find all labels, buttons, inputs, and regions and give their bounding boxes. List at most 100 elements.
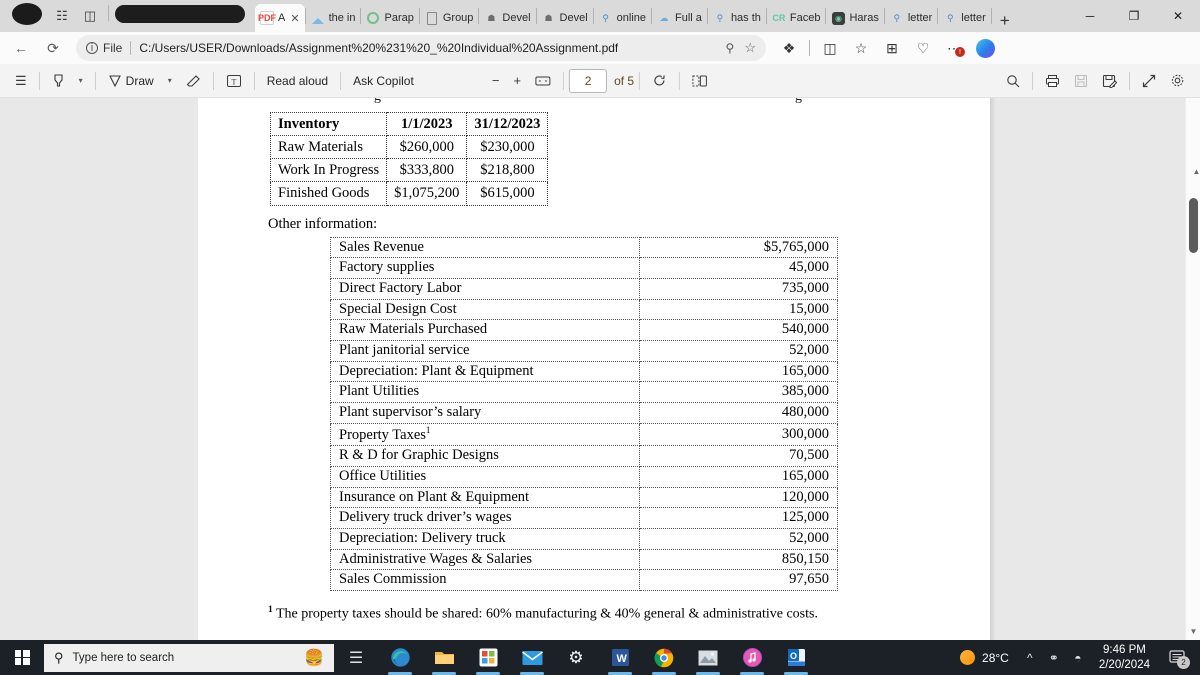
tab-has-th[interactable]: ⚲ has th bbox=[708, 4, 766, 32]
tab-devel-2[interactable]: ☗ Devel bbox=[537, 4, 593, 32]
copilot-icon[interactable] bbox=[970, 34, 1000, 62]
photos-icon[interactable] bbox=[686, 640, 730, 675]
extensions-icon[interactable]: ❖ bbox=[774, 34, 804, 62]
pdf-page-content: g g Inventory 1/1/2023 31/12/2023 Raw Ma… bbox=[198, 98, 990, 623]
close-icon[interactable]: ✕ bbox=[290, 12, 299, 25]
new-tab-button[interactable]: + bbox=[992, 12, 1018, 32]
tab-active-pdf[interactable]: PDF A ✕ bbox=[255, 4, 305, 32]
split-pane-icon[interactable]: ◫ bbox=[76, 0, 104, 32]
text-box-icon: T bbox=[226, 74, 241, 87]
clock[interactable]: 9:46 PM 2/20/2024 bbox=[1091, 643, 1158, 672]
zoom-icon[interactable]: ⚲ bbox=[726, 41, 735, 55]
weather-widget[interactable]: 28°C bbox=[952, 650, 1017, 665]
tab-haras[interactable]: ◉ Haras bbox=[826, 4, 883, 32]
scrollbar-thumb[interactable]: ▲ bbox=[1189, 167, 1200, 253]
page-number-input[interactable]: 2 bbox=[569, 68, 608, 93]
search-button[interactable] bbox=[999, 68, 1027, 94]
zoom-out-button[interactable]: − bbox=[485, 68, 507, 94]
tab-full-a[interactable]: ☁ Full a bbox=[652, 4, 707, 32]
split-screen-icon[interactable]: ◫ bbox=[815, 34, 845, 62]
maximize-button[interactable]: ❐ bbox=[1112, 0, 1156, 32]
star-icon[interactable]: ☆ bbox=[744, 40, 756, 56]
settings-icon[interactable]: ⚙ bbox=[554, 640, 598, 675]
table-of-contents-button[interactable]: ☰ bbox=[8, 68, 34, 94]
tab-parap[interactable]: Parap bbox=[361, 4, 418, 32]
pdf-toolbar-right bbox=[999, 68, 1192, 94]
save-as-button[interactable] bbox=[1095, 68, 1124, 94]
save-button[interactable] bbox=[1067, 68, 1095, 94]
oi-value: 165,000 bbox=[639, 360, 838, 383]
ask-copilot-button[interactable]: Ask Copilot bbox=[346, 68, 421, 94]
info-icon: i bbox=[86, 42, 98, 54]
chrome-icon[interactable] bbox=[642, 640, 686, 675]
table-row: Administrative Wages & Salaries 850,150 bbox=[329, 548, 838, 571]
rotate-button[interactable] bbox=[645, 68, 674, 94]
tab-letter-2[interactable]: ⚲ letter bbox=[938, 4, 990, 32]
tab-group[interactable]: Group bbox=[420, 4, 479, 32]
add-text-button[interactable]: T bbox=[219, 68, 249, 94]
tab-online[interactable]: ⚲ online bbox=[594, 4, 651, 32]
browser-essentials-icon[interactable]: ♡ bbox=[908, 34, 938, 62]
collections-icon[interactable]: ⊞ bbox=[877, 34, 907, 62]
scroll-up-arrow[interactable]: ▲ bbox=[1189, 164, 1200, 178]
address-bar[interactable]: i File C:/Users/USER/Downloads/Assignmen… bbox=[76, 35, 766, 61]
refresh-button[interactable]: ⟳ bbox=[38, 35, 68, 61]
highlighter-icon bbox=[54, 73, 63, 87]
oi-item: Sales Revenue bbox=[329, 236, 641, 259]
vertical-scrollbar[interactable]: ▲ ▼ bbox=[1185, 98, 1200, 640]
table-row: Raw Materials Purchased 540,000 bbox=[329, 319, 838, 341]
edge-icon[interactable] bbox=[378, 640, 422, 675]
file-explorer-icon[interactable] bbox=[422, 640, 466, 675]
highlight-button[interactable] bbox=[45, 68, 72, 94]
profile-avatar[interactable] bbox=[12, 3, 42, 25]
microsoft-store-icon[interactable] bbox=[466, 640, 510, 675]
tab-devel-1[interactable]: ☗ Devel bbox=[479, 4, 535, 32]
sun-icon bbox=[960, 650, 976, 665]
erase-button[interactable] bbox=[179, 68, 208, 94]
inventory-value-end: $218,800 bbox=[466, 158, 549, 183]
settings-more-icon[interactable]: ⋯ ! bbox=[939, 34, 969, 62]
divider bbox=[340, 71, 342, 90]
mail-icon[interactable] bbox=[510, 640, 554, 675]
draw-dropdown[interactable]: ▾ bbox=[161, 68, 179, 94]
tab-faceb[interactable]: CR Faceb bbox=[767, 4, 826, 32]
oi-item: Delivery truck driver’s wages bbox=[329, 507, 641, 529]
back-button[interactable]: ← bbox=[6, 35, 36, 61]
oi-value: 97,650 bbox=[639, 569, 838, 592]
scroll-down-arrow[interactable]: ▼ bbox=[1186, 624, 1200, 638]
tab-actions-icon[interactable]: ☷ bbox=[48, 0, 76, 32]
print-button[interactable] bbox=[1038, 68, 1067, 94]
table-row: Plant supervisor’s salary 480,000 bbox=[329, 402, 838, 424]
oi-value: 385,000 bbox=[639, 381, 838, 403]
wifi-icon[interactable]: ◓ bbox=[1067, 640, 1089, 675]
shield-icon: ☗ bbox=[487, 12, 496, 23]
show-hidden-icons[interactable]: ^ bbox=[1019, 640, 1041, 675]
task-view-icon[interactable]: ☰ bbox=[334, 640, 378, 675]
fullscreen-button[interactable] bbox=[1135, 68, 1163, 94]
tab-strip-left-controls: ☷ ◫ bbox=[0, 0, 255, 32]
eraser-icon bbox=[186, 74, 200, 87]
minimize-button[interactable]: ─ bbox=[1068, 0, 1112, 32]
tab-label: letter bbox=[961, 12, 986, 24]
settings-button[interactable] bbox=[1163, 68, 1192, 94]
itunes-icon[interactable] bbox=[730, 640, 774, 675]
taskbar-search[interactable]: ⚲ Type here to search 🍔 bbox=[44, 643, 334, 672]
read-aloud-button[interactable]: Read aloud bbox=[260, 68, 335, 94]
tab-letter-1[interactable]: ⚲ letter bbox=[885, 4, 937, 32]
search-placeholder: Type here to search bbox=[72, 651, 175, 664]
fit-page-button[interactable] bbox=[528, 68, 558, 94]
search-icon bbox=[1007, 74, 1020, 87]
security-icon[interactable]: ⚭ bbox=[1043, 640, 1065, 675]
page-view-button[interactable] bbox=[685, 68, 715, 94]
highlight-dropdown[interactable]: ▾ bbox=[72, 68, 90, 94]
notification-center-button[interactable]: 2 bbox=[1160, 640, 1194, 675]
draw-button[interactable]: Draw bbox=[101, 68, 161, 94]
tab-the-in[interactable]: the in bbox=[306, 4, 361, 32]
zoom-in-button[interactable]: + bbox=[506, 68, 528, 94]
favorites-icon[interactable]: ☆ bbox=[846, 34, 876, 62]
word-icon[interactable]: W bbox=[598, 640, 642, 675]
shield-icon: ☗ bbox=[544, 12, 553, 23]
close-button[interactable]: ✕ bbox=[1156, 0, 1200, 32]
start-button[interactable] bbox=[0, 640, 44, 675]
outlook-new-icon[interactable]: O bbox=[774, 640, 818, 675]
